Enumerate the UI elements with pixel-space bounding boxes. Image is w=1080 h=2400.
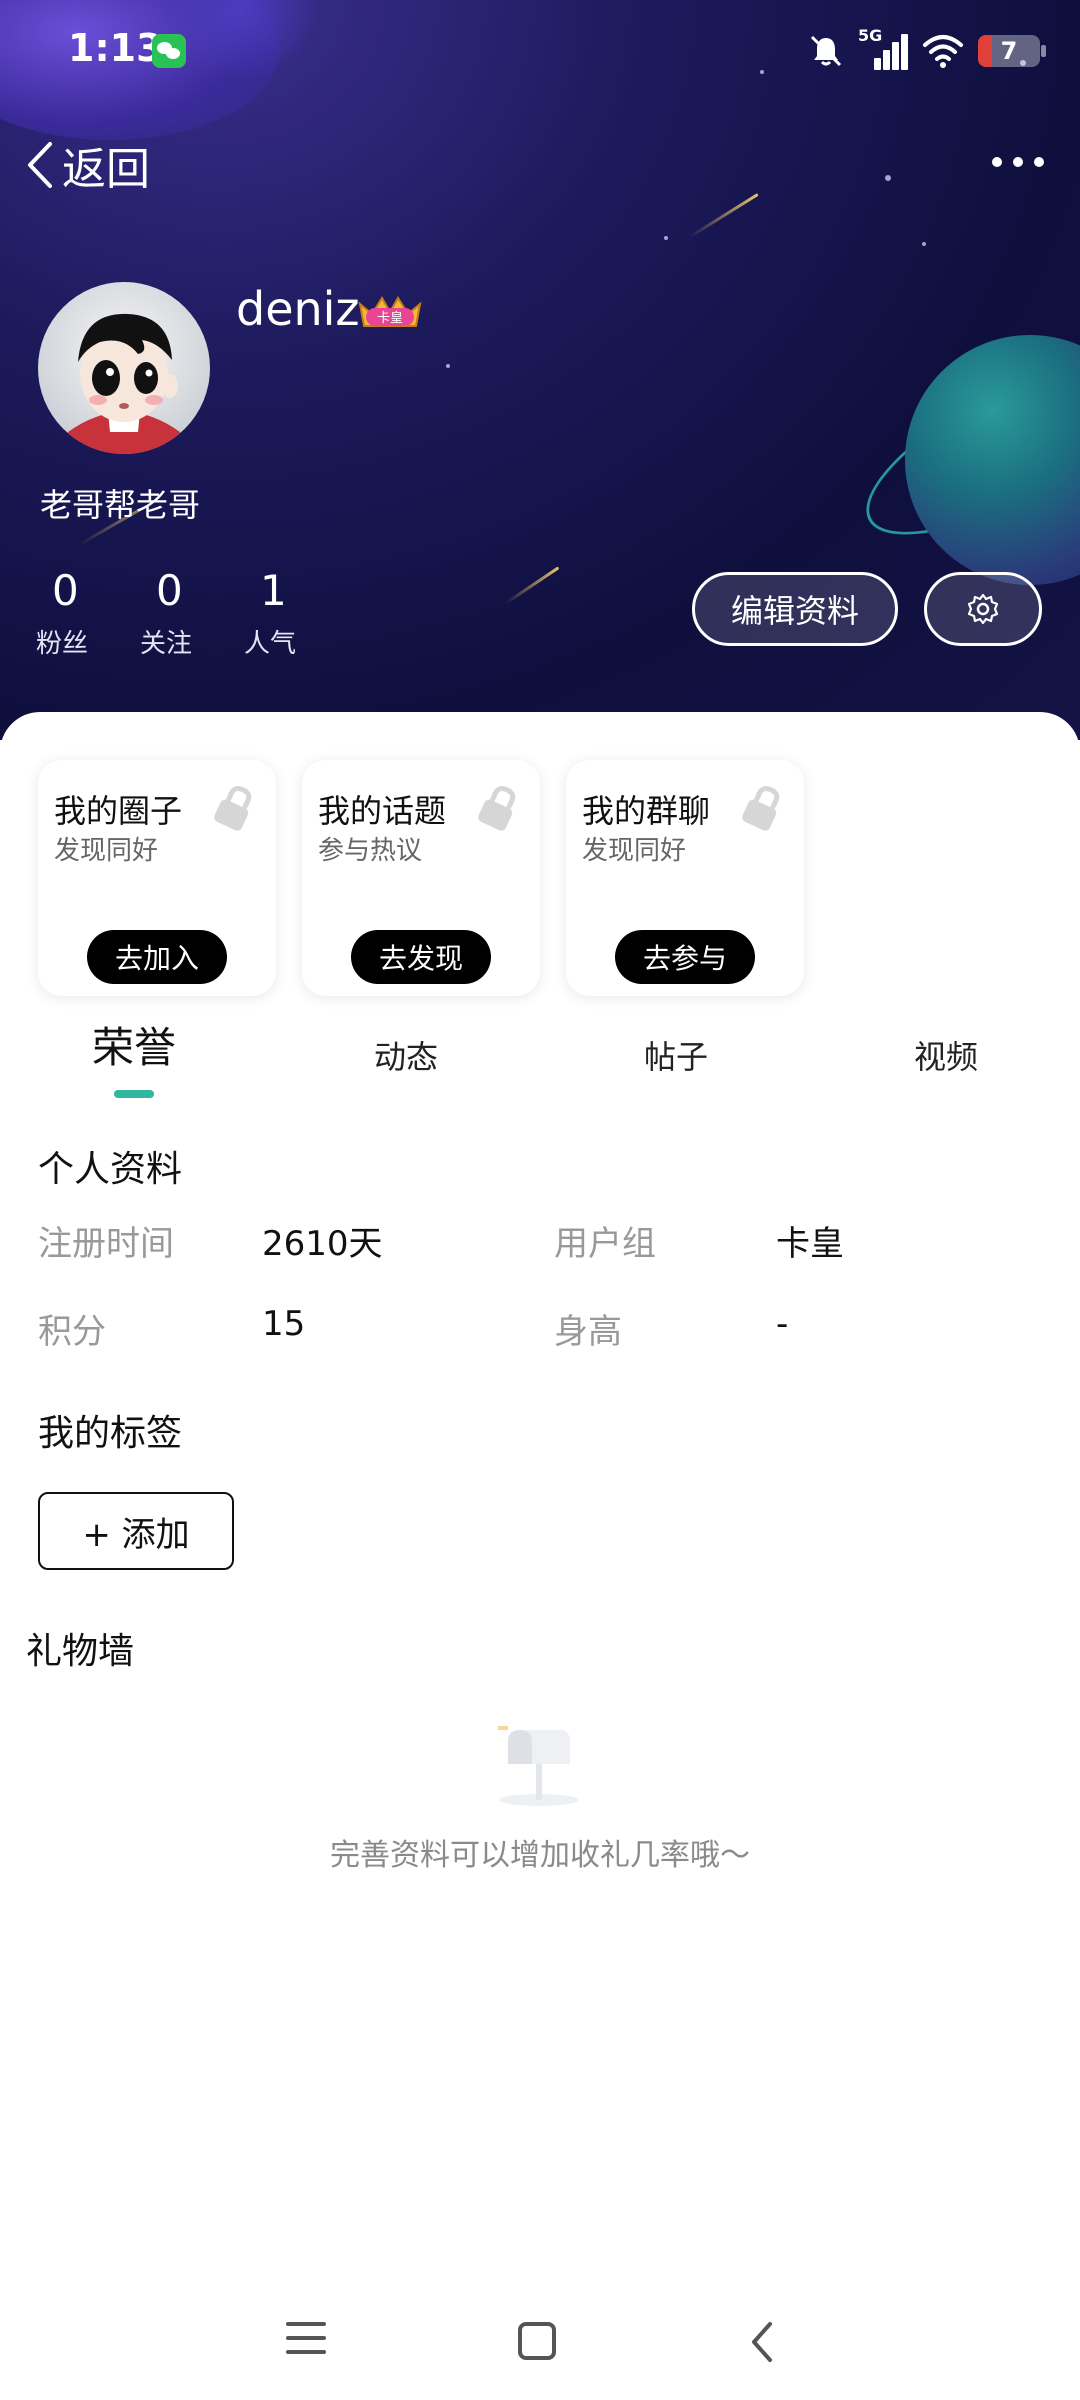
feature-cards: 我的圈子 发现同好 去加入 我的话题 参与热议 去发现 我的群聊 发现同好 去参…: [38, 760, 804, 996]
gift-wall-title: 礼物墙: [26, 1631, 135, 1672]
home-icon[interactable]: [518, 2322, 556, 2360]
tab-activity[interactable]: 动态: [326, 1032, 486, 1078]
tab-videos[interactable]: 视频: [866, 1032, 1026, 1078]
star-decoration: [885, 175, 891, 181]
battery-level: 7: [1000, 37, 1018, 65]
info-value-register-time: 2610天: [262, 1224, 383, 1264]
stat-label: 关注: [140, 629, 193, 659]
planet-decoration: [905, 335, 1080, 585]
stat-value: 1: [260, 566, 287, 615]
stat-value: 0: [156, 566, 183, 615]
status-icons: 5G 7: [808, 26, 1046, 76]
edit-profile-button[interactable]: 编辑资料: [692, 572, 898, 646]
crown-badge-icon[interactable]: 卡皇: [354, 292, 426, 332]
profile-stats: 0 粉丝 0 关注 1 人气: [36, 566, 348, 660]
avatar-cartoon-icon: [68, 313, 180, 454]
back-button[interactable]: 返回: [24, 130, 150, 200]
card-subtitle: 参与热议: [318, 836, 423, 866]
status-time: 1:13: [68, 26, 163, 70]
gear-icon: [967, 593, 999, 625]
info-value-user-group: 卡皇: [776, 1224, 844, 1264]
system-back-icon[interactable]: [746, 2318, 776, 2366]
info-label-points: 积分: [38, 1312, 106, 1352]
card-subtitle: 发现同好: [54, 836, 159, 866]
stat-value: 0: [52, 566, 79, 615]
star-decoration: [664, 236, 668, 240]
star-decoration: [446, 364, 450, 368]
discover-topics-button[interactable]: 去发现: [351, 930, 491, 984]
card-title: 我的群聊: [582, 792, 711, 830]
stat-following[interactable]: 0 关注: [140, 566, 244, 660]
wifi-icon: [923, 35, 963, 68]
info-value-points: 15: [262, 1304, 306, 1344]
add-tag-button[interactable]: + 添加: [38, 1492, 234, 1570]
user-signature: 老哥帮老哥: [40, 486, 201, 524]
star-decoration: [922, 242, 926, 246]
badge-text: 卡皇: [377, 311, 403, 326]
tab-honors[interactable]: 荣誉: [54, 1014, 214, 1075]
recent-apps-icon[interactable]: [286, 2322, 326, 2362]
status-bar: 1:13 5G 7: [0, 0, 1080, 100]
bell-muted-icon: [810, 35, 842, 67]
cellular-signal-icon: 5G: [858, 26, 908, 70]
more-options-icon[interactable]: [992, 150, 1044, 174]
meteor-decoration: [689, 193, 759, 238]
active-tab-indicator: [114, 1090, 154, 1098]
lock-icon: [214, 785, 252, 831]
stat-label: 粉丝: [36, 629, 89, 659]
info-label-user-group: 用户组: [554, 1224, 656, 1264]
card-title: 我的话题: [318, 792, 447, 830]
info-label-register-time: 注册时间: [38, 1224, 174, 1264]
stat-label: 人气: [244, 629, 297, 659]
card-my-group-chats[interactable]: 我的群聊 发现同好 去参与: [566, 760, 804, 996]
card-my-circles[interactable]: 我的圈子 发现同好 去加入: [38, 760, 276, 996]
chevron-left-icon: [28, 142, 52, 188]
empty-mailbox-icon: [498, 1726, 579, 1806]
join-group-chat-button[interactable]: 去参与: [615, 930, 755, 984]
stat-popularity[interactable]: 1 人气: [244, 566, 348, 660]
avatar[interactable]: [38, 282, 210, 454]
my-tags-title: 我的标签: [38, 1413, 183, 1454]
lock-icon: [742, 785, 780, 831]
profile-tabs: 荣誉 动态 帖子 视频: [0, 1020, 1080, 1100]
tab-posts[interactable]: 帖子: [596, 1032, 756, 1078]
profile-header: 1:13 5G 7 返回 deniz 卡皇 老哥帮老哥 0 粉丝 0 关注 1 …: [0, 0, 1080, 740]
system-navigation-bar: [0, 2300, 1080, 2400]
personal-info-title: 个人资料: [38, 1149, 183, 1190]
card-my-topics[interactable]: 我的话题 参与热议 去发现: [302, 760, 540, 996]
meteor-decoration: [504, 566, 560, 605]
card-title: 我的圈子: [54, 792, 183, 830]
wechat-notification-icon: [152, 34, 186, 68]
join-circle-button[interactable]: 去加入: [87, 930, 227, 984]
info-value-height: -: [776, 1304, 789, 1344]
gift-wall-empty-text: 完善资料可以增加收礼几率哦～: [330, 1838, 750, 1873]
battery-icon: 7: [978, 35, 1046, 67]
back-label: 返回: [62, 144, 150, 195]
username: deniz: [236, 282, 360, 336]
settings-button[interactable]: [924, 572, 1042, 646]
lock-icon: [478, 785, 516, 831]
info-label-height: 身高: [554, 1312, 622, 1352]
stat-fans[interactable]: 0 粉丝: [36, 566, 140, 660]
network-type: 5G: [858, 26, 883, 45]
card-subtitle: 发现同好: [582, 836, 687, 866]
